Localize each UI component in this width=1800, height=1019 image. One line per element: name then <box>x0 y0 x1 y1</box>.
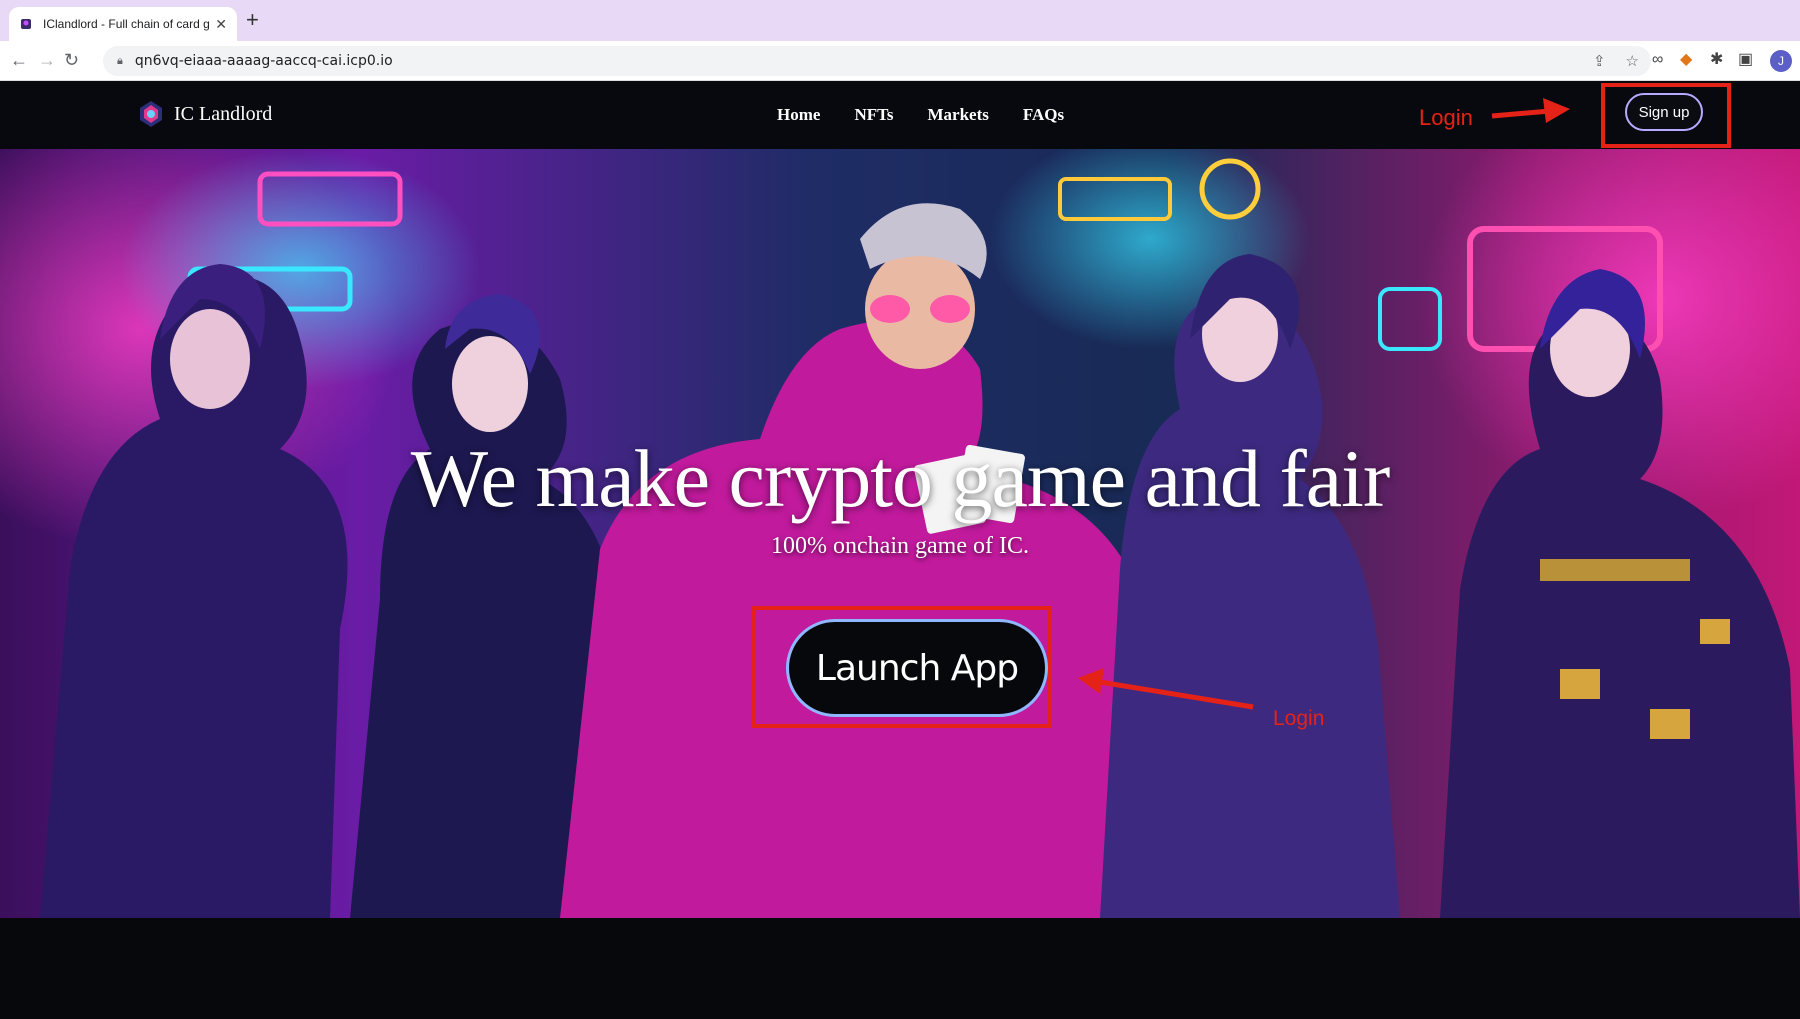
reload-icon[interactable]: ↻ <box>64 50 79 70</box>
profile-avatar[interactable]: J <box>1770 50 1792 72</box>
forward-icon[interactable]: → <box>38 50 56 70</box>
page-bottom <box>0 918 1800 1019</box>
site-header: IC Landlord Home NFTs Markets FAQs Sign … <box>0 81 1800 149</box>
nav-markets[interactable]: Markets <box>928 105 989 125</box>
address-bar[interactable]: 🔒︎ qn6vq-eiaaa-aaaag-aaccq-cai.icp0.io ⇪… <box>103 46 1651 76</box>
nav-home[interactable]: Home <box>777 105 820 125</box>
metamask-icon[interactable]: ◆ <box>1680 50 1692 70</box>
extension-infinity-icon[interactable]: ∞ <box>1652 50 1663 70</box>
tab-title: IClandlord - Full chain of card g <box>43 17 210 31</box>
site-logo[interactable]: IC Landlord <box>138 100 272 128</box>
hero-subline: 100% onchain game of IC. <box>771 533 1029 559</box>
browser-tab[interactable]: IClandlord - Full chain of card g ✕ <box>9 7 237 41</box>
annotation-label-button: Login <box>1273 707 1325 730</box>
back-icon[interactable]: ← <box>10 50 28 70</box>
hero-headline: We make crypto game and fair <box>410 433 1391 524</box>
share-icon[interactable]: ⇪ <box>1593 52 1606 70</box>
main-nav: Home NFTs Markets FAQs <box>777 105 1064 125</box>
site-favicon-icon <box>21 19 31 29</box>
lock-icon: 🔒︎ <box>117 54 123 67</box>
browser-toolbar: ← → ↻ 🔒︎ qn6vq-eiaaa-aaaag-aaccq-cai.icp… <box>0 41 1800 81</box>
close-tab-icon[interactable]: ✕ <box>215 16 227 33</box>
url-text: qn6vq-eiaaa-aaaag-aaccq-cai.icp0.io <box>134 53 393 69</box>
nav-faqs[interactable]: FAQs <box>1023 105 1064 125</box>
bookmark-star-icon[interactable]: ☆ <box>1626 52 1639 70</box>
annotation-label-top: Login <box>1419 105 1473 130</box>
new-tab-icon[interactable]: + <box>246 9 259 31</box>
side-panel-icon[interactable]: ▣ <box>1738 50 1753 70</box>
annotation-box-launch <box>752 606 1052 728</box>
logo-mark-icon <box>140 101 162 127</box>
nav-nfts[interactable]: NFTs <box>854 105 893 125</box>
browser-tab-bar: IClandlord - Full chain of card g ✕ + <box>0 0 1800 41</box>
annotation-box-signup <box>1601 83 1731 148</box>
hero-section: We make crypto game and fair 100% onchai… <box>0 149 1800 918</box>
extensions-puzzle-icon[interactable]: ✱ <box>1710 50 1723 70</box>
logo-text: IC Landlord <box>174 102 273 125</box>
